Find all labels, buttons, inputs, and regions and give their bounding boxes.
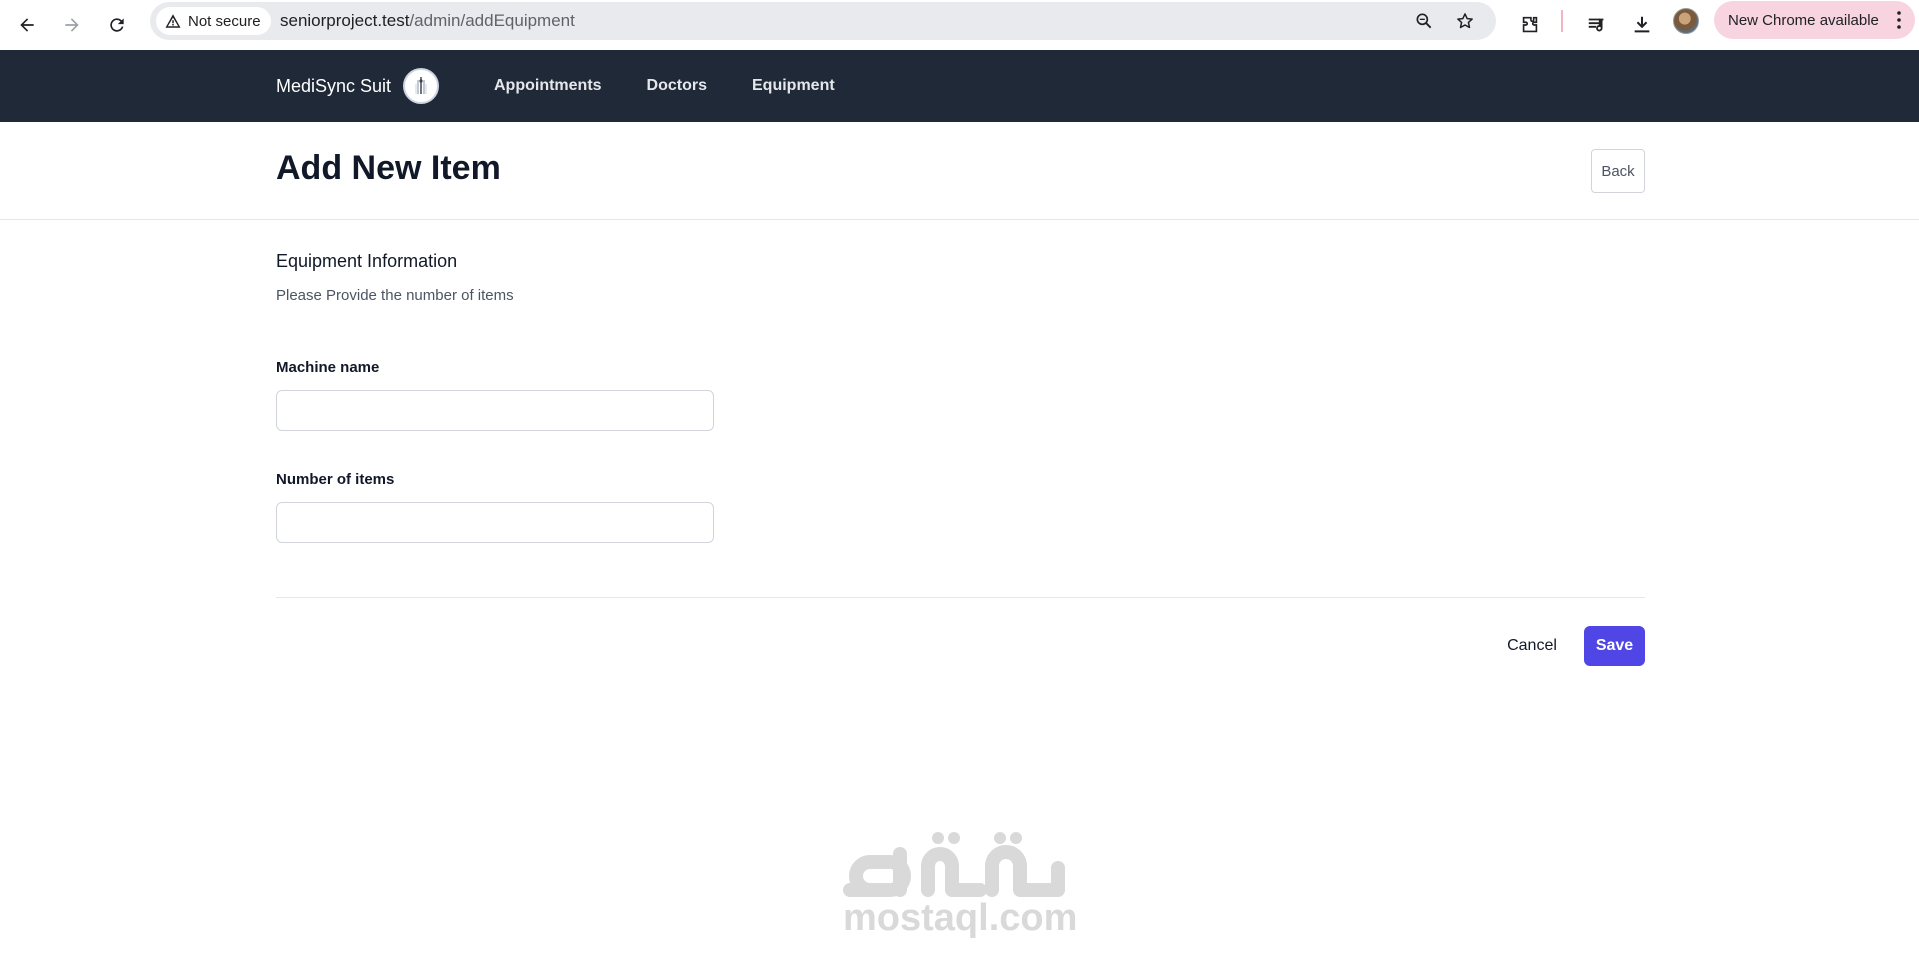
bookmark-star-icon[interactable] [1453, 9, 1477, 33]
reload-icon[interactable] [100, 8, 134, 42]
update-label: New Chrome available [1728, 11, 1879, 29]
back-button[interactable]: Back [1591, 149, 1645, 193]
nav-link-doctors[interactable]: Doctors [647, 77, 707, 95]
number-of-items-input[interactable] [276, 502, 714, 543]
page-header: Add New Item Back [0, 122, 1919, 220]
cancel-button[interactable]: Cancel [1496, 626, 1568, 666]
brand[interactable]: MediSync Suit [276, 50, 440, 122]
machine-name-label: Machine name [276, 359, 380, 376]
forward-arrow-icon[interactable] [55, 8, 89, 42]
brand-name: MediSync Suit [276, 75, 392, 96]
nav-link-appointments[interactable]: Appointments [494, 77, 602, 95]
warning-icon [165, 14, 181, 28]
browser-toolbar: Not secure seniorproject.test/admin/addE… [0, 0, 1919, 50]
extensions-puzzle-icon[interactable] [1513, 8, 1547, 42]
address-bar[interactable]: Not secure seniorproject.test/admin/addE… [150, 2, 1496, 40]
save-button[interactable]: Save [1584, 626, 1645, 666]
number-of-items-label: Number of items [276, 471, 395, 488]
brand-logo-icon [403, 68, 440, 104]
nav-link-equipment[interactable]: Equipment [752, 77, 835, 95]
url-path: /admin/addEquipment [409, 11, 575, 30]
section-description: Please Provide the number of items [276, 287, 514, 304]
form-divider [276, 597, 1645, 598]
download-icon[interactable] [1625, 8, 1659, 42]
watermark-text: mostaql.com [843, 897, 1078, 939]
profile-avatar[interactable] [1673, 8, 1699, 34]
kebab-menu-icon[interactable] [1897, 10, 1901, 30]
security-chip[interactable]: Not secure [156, 7, 271, 35]
url-host: seniorproject.test [280, 11, 410, 30]
back-arrow-icon[interactable] [10, 8, 44, 42]
toolbar-separator [1561, 10, 1563, 32]
url-text[interactable]: seniorproject.test/admin/addEquipment [280, 2, 575, 40]
section-title: Equipment Information [276, 251, 458, 271]
app-navbar: MediSync Suit Appointments Doctors Equip… [0, 50, 1919, 122]
zoom-icon[interactable] [1412, 9, 1436, 33]
chrome-update-button[interactable]: New Chrome available [1714, 1, 1915, 39]
nav-links: Appointments Doctors Equipment [494, 50, 835, 122]
machine-name-input[interactable] [276, 390, 714, 431]
page-title: Add New Item [276, 149, 501, 187]
media-queue-icon[interactable] [1580, 8, 1614, 42]
security-label: Not secure [188, 12, 261, 30]
